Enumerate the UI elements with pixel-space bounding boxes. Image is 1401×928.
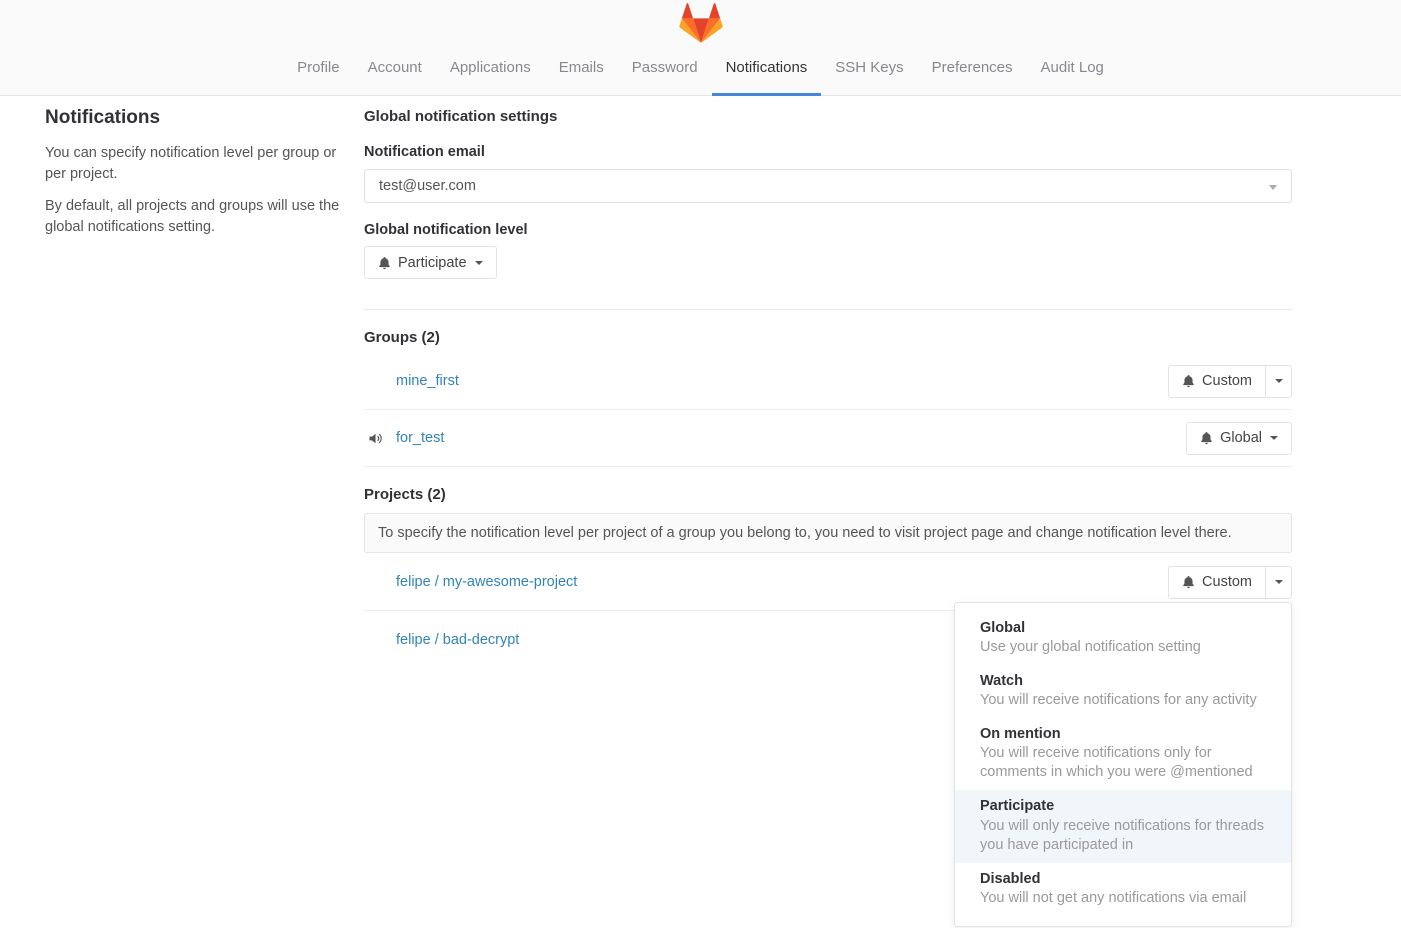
tab-account[interactable]: Account: [354, 44, 436, 96]
projects-note: To specify the notification level per pr…: [364, 513, 1292, 553]
bell-icon: [378, 256, 391, 270]
group-level-button-custom[interactable]: Custom: [1168, 365, 1266, 398]
notifications-sidebar: Notifications You can specify notificati…: [45, 107, 340, 249]
tab-profile[interactable]: Profile: [283, 44, 354, 96]
sidebar-description-1: You can specify notification level per g…: [45, 143, 340, 185]
dropdown-item-desc: You will not get any notifications via e…: [980, 889, 1266, 908]
caret-down-icon: [1275, 580, 1283, 584]
volume-up-icon: [364, 431, 396, 446]
sidebar-description-2: By default, all projects and groups will…: [45, 196, 340, 238]
project-level-caret-button[interactable]: [1265, 566, 1292, 599]
dropdown-item-watch[interactable]: Watch You will receive notifications for…: [955, 665, 1291, 718]
group-row-for-test: for_test Global: [364, 410, 1292, 467]
group-link-for-test[interactable]: for_test: [396, 430, 444, 446]
tab-ssh-keys[interactable]: SSH Keys: [821, 44, 917, 96]
dropdown-item-title: On mention: [980, 725, 1266, 744]
global-level-button[interactable]: Participate: [364, 246, 497, 279]
global-settings-title: Global notification settings: [364, 108, 1292, 125]
dropdown-item-desc: Use your global notification setting: [980, 638, 1266, 657]
bell-icon: [1182, 575, 1195, 589]
global-level-value: Participate: [398, 255, 467, 271]
projects-title: Projects (2): [364, 486, 1292, 503]
profile-settings-header: Profile Account Applications Emails Pass…: [0, 0, 1401, 96]
notification-email-label: Notification email: [364, 144, 1292, 160]
tab-password[interactable]: Password: [618, 44, 712, 96]
groups-title: Groups (2): [364, 329, 1292, 346]
dropdown-item-title: Disabled: [980, 870, 1266, 889]
group-link-mine-first[interactable]: mine_first: [396, 373, 459, 389]
project-level-button-custom[interactable]: Custom: [1168, 566, 1266, 599]
project-link-bad-decrypt[interactable]: felipe / bad-decrypt: [396, 632, 519, 648]
notification-email-value: test@user.com: [379, 178, 476, 194]
notifications-settings-panel: Global notification settings Notificatio…: [364, 96, 1292, 668]
gitlab-logo[interactable]: [0, 0, 1401, 44]
dropdown-item-disabled[interactable]: Disabled You will not get any notificati…: [955, 863, 1291, 916]
project-level-value: Custom: [1202, 574, 1252, 590]
dropdown-item-desc: You will receive notifications only for …: [980, 744, 1266, 782]
bell-icon: [1182, 374, 1195, 388]
caret-down-icon: [475, 261, 483, 265]
group-level-caret-button[interactable]: [1265, 365, 1292, 398]
groups-list: mine_first Custom: [364, 353, 1292, 467]
notification-level-dropdown: Global Use your global notification sett…: [954, 602, 1292, 928]
dropdown-item-desc: You will receive notifications for any a…: [980, 691, 1266, 710]
project-link-my-awesome-project[interactable]: felipe / my-awesome-project: [396, 574, 577, 590]
bell-icon: [1200, 431, 1213, 445]
dropdown-item-global[interactable]: Global Use your global notification sett…: [955, 612, 1291, 665]
caret-down-icon: [1270, 436, 1278, 440]
notification-email-select[interactable]: test@user.com: [364, 169, 1292, 203]
dropdown-item-participate[interactable]: Participate You will only receive notifi…: [955, 790, 1291, 862]
tab-applications[interactable]: Applications: [436, 44, 545, 96]
section-divider: [364, 309, 1292, 310]
tab-emails[interactable]: Emails: [545, 44, 618, 96]
tab-preferences[interactable]: Preferences: [918, 44, 1027, 96]
global-level-label: Global notification level: [364, 222, 1292, 238]
page-title: Notifications: [45, 107, 340, 129]
tab-audit-log[interactable]: Audit Log: [1027, 44, 1118, 96]
select-caret-icon: [1269, 185, 1277, 190]
project-row-my-awesome-project: felipe / my-awesome-project Custom: [364, 554, 1292, 611]
group-level-button-global[interactable]: Global: [1186, 422, 1292, 455]
group-level-value: Custom: [1202, 373, 1252, 389]
dropdown-item-title: Global: [980, 619, 1266, 638]
group-level-value: Global: [1220, 430, 1262, 446]
dropdown-item-on-mention[interactable]: On mention You will receive notification…: [955, 718, 1291, 790]
caret-down-icon: [1275, 379, 1283, 383]
group-row-mine-first: mine_first Custom: [364, 353, 1292, 410]
tab-notifications[interactable]: Notifications: [712, 44, 822, 96]
profile-tabs: Profile Account Applications Emails Pass…: [0, 44, 1401, 96]
dropdown-item-title: Watch: [980, 672, 1266, 691]
projects-list: felipe / my-awesome-project Custom: [364, 554, 1292, 668]
dropdown-item-title: Participate: [980, 797, 1266, 816]
dropdown-item-desc: You will only receive notifications for …: [980, 817, 1266, 855]
